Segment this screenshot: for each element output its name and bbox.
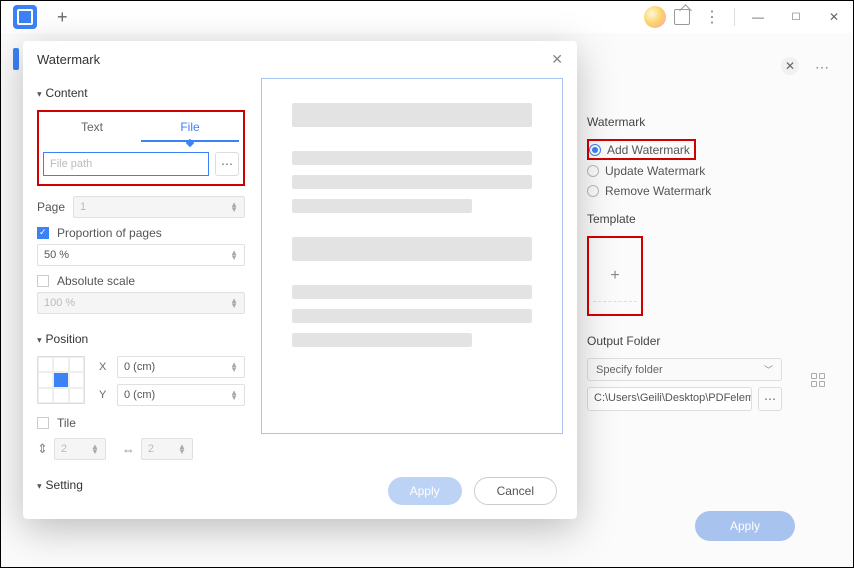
tile-v-input: 2▲▼	[54, 438, 106, 460]
tile-h-input: 2▲▼	[141, 438, 193, 460]
cancel-button[interactable]: Cancel	[474, 477, 557, 505]
section-setting[interactable]: Setting	[37, 478, 245, 492]
preview-placeholder	[292, 237, 532, 261]
app-logo-icon	[13, 5, 37, 29]
open-external-icon[interactable]	[674, 9, 690, 25]
close-window-button[interactable]: ✕	[819, 3, 849, 31]
apply-button[interactable]: Apply	[388, 477, 462, 505]
radio-empty-icon	[587, 165, 599, 177]
new-tab-button[interactable]: +	[57, 7, 68, 28]
vertical-spacing-icon: ⇕	[37, 441, 48, 457]
panel-close-icon[interactable]: ✕	[781, 57, 799, 75]
modal-close-icon[interactable]: ✕	[551, 51, 563, 68]
file-path-input[interactable]: File path	[43, 152, 209, 176]
preview-placeholder	[292, 151, 532, 165]
preview-placeholder	[292, 309, 532, 323]
y-label: Y	[99, 389, 111, 401]
modal-title: Watermark	[37, 52, 100, 67]
section-position[interactable]: Position	[37, 332, 245, 346]
active-tab-indicator	[13, 48, 19, 70]
maximize-button[interactable]: ☐	[781, 3, 811, 31]
tab-text[interactable]: Text	[43, 116, 141, 142]
x-label: X	[99, 361, 111, 373]
grid-view-icon[interactable]	[811, 373, 825, 387]
y-input[interactable]: 0 (cm)▲▼	[117, 384, 245, 406]
profile-icon[interactable]	[644, 6, 666, 28]
preview-placeholder	[292, 333, 472, 347]
content-tabs: Text File	[43, 116, 239, 142]
apply-button-main[interactable]: Apply	[695, 511, 795, 541]
panel-more-icon[interactable]: ⋯	[815, 59, 829, 76]
chevron-down-icon: ﹀	[764, 363, 773, 376]
proportion-input[interactable]: 50 %▲▼	[37, 244, 245, 266]
absolute-input: 100 %▲▼	[37, 292, 245, 314]
tab-file[interactable]: File	[141, 116, 239, 142]
x-input[interactable]: 0 (cm)▲▼	[117, 356, 245, 378]
page-input: 1▲▼	[73, 196, 245, 218]
add-watermark-option[interactable]: Add Watermark	[589, 143, 690, 157]
specify-folder-dropdown[interactable]: Specify folder ﹀	[587, 358, 782, 381]
radio-selected-icon	[589, 144, 601, 156]
output-path-field[interactable]: C:\Users\Geili\Desktop\PDFelement\W…	[587, 387, 752, 411]
output-folder-heading: Output Folder	[587, 334, 782, 348]
preview-placeholder	[292, 103, 532, 127]
template-heading: Template	[587, 212, 782, 226]
more-menu-icon[interactable]: ⋮	[698, 7, 726, 27]
browse-folder-button[interactable]: ⋯	[758, 387, 782, 411]
tile-checkbox[interactable]	[37, 417, 49, 429]
preview-placeholder	[292, 175, 532, 189]
highlight-region: Text File File path ⋯	[37, 110, 245, 186]
section-content[interactable]: Content	[37, 86, 245, 100]
file-browse-button[interactable]: ⋯	[215, 152, 239, 176]
minimize-button[interactable]: —	[743, 3, 773, 31]
update-watermark-option[interactable]: Update Watermark	[587, 164, 782, 178]
watermark-panel: Watermark Add Watermark Update Watermark…	[587, 115, 782, 411]
position-grid[interactable]	[37, 356, 85, 404]
page-label: Page	[37, 200, 65, 214]
panel-title: Watermark	[587, 115, 782, 129]
absolute-checkbox[interactable]	[37, 275, 49, 287]
proportion-label: Proportion of pages	[57, 226, 162, 240]
absolute-label: Absolute scale	[57, 274, 135, 288]
radio-empty-icon	[587, 185, 599, 197]
plus-icon: +	[610, 267, 619, 285]
preview-panel	[261, 78, 563, 434]
add-template-button[interactable]: +	[587, 236, 643, 316]
preview-placeholder	[292, 285, 532, 299]
watermark-modal: Watermark ✕ Content Text File File path …	[23, 41, 577, 519]
titlebar: + ⋮ — ☐ ✕	[1, 1, 853, 33]
tile-label: Tile	[57, 416, 76, 430]
preview-placeholder	[292, 199, 472, 213]
horizontal-spacing-icon: ⇔	[122, 442, 135, 457]
proportion-checkbox[interactable]	[37, 227, 49, 239]
remove-watermark-option[interactable]: Remove Watermark	[587, 184, 782, 198]
